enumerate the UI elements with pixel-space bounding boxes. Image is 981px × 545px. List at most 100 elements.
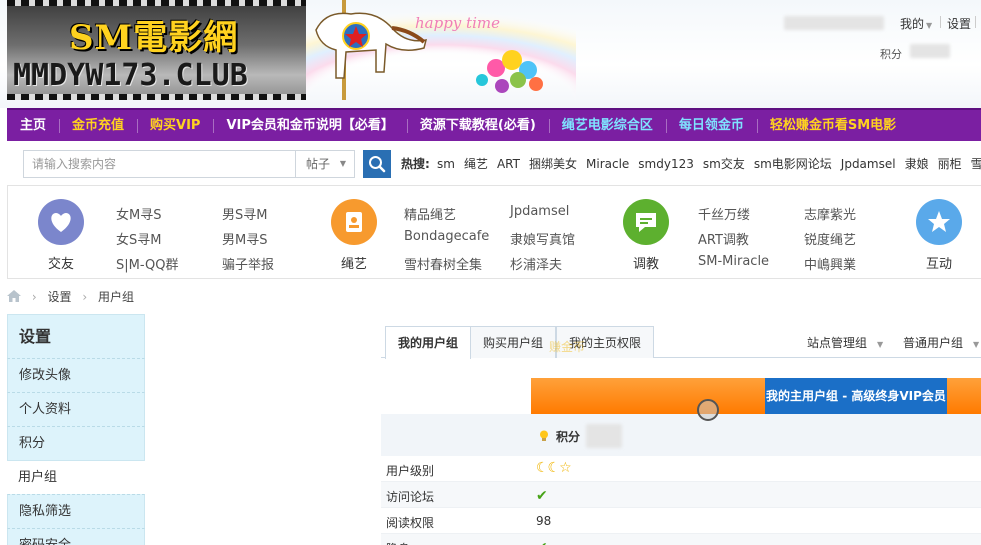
sidebar-item-2[interactable]: 积分 bbox=[7, 426, 145, 460]
category-1-name[interactable]: 绳艺 bbox=[324, 253, 384, 272]
star-icon[interactable] bbox=[916, 199, 962, 245]
breadcrumb-separator: › bbox=[82, 290, 88, 304]
sidebar-item-3[interactable]: 用户组 bbox=[7, 460, 145, 494]
chat-icon[interactable] bbox=[623, 199, 669, 245]
category-link[interactable]: 锐度绳艺 bbox=[804, 229, 856, 248]
hot-search-item[interactable]: sm电影网论坛 bbox=[754, 157, 832, 171]
heart-icon[interactable] bbox=[38, 199, 84, 245]
site-logo[interactable]: SM電影網 MMDYW173.CLUB bbox=[7, 0, 306, 100]
nav-item-1[interactable]: 金币充值 bbox=[59, 110, 137, 141]
search-input[interactable] bbox=[23, 150, 295, 178]
sidebar-item-5[interactable]: 密码安全 bbox=[7, 528, 145, 545]
group-row: 隐身 ✔ bbox=[381, 534, 981, 545]
category-link[interactable]: 雪村春树全集 bbox=[404, 254, 482, 273]
group-row-value: 98 bbox=[536, 514, 552, 528]
user-credits-label: 积分 bbox=[880, 48, 902, 61]
hot-search-item[interactable]: sm bbox=[437, 157, 455, 171]
hot-search-item[interactable]: 隶娘 bbox=[905, 157, 929, 171]
hot-search-item[interactable]: 绳艺 bbox=[464, 157, 488, 171]
breadcrumb-settings[interactable]: 设置 bbox=[47, 290, 71, 304]
admin-group-label: 站点管理组 bbox=[807, 336, 868, 350]
tab-bar: 我的用户组 购买用户组 我的主页权限 赚金币 站点管理组 ▼ 普通用户组 ▼ bbox=[381, 326, 981, 359]
film-strip-top bbox=[7, 0, 306, 6]
logo-title: SM電影網 bbox=[69, 18, 239, 58]
home-icon[interactable] bbox=[7, 290, 21, 302]
hot-search-item[interactable]: Miracle bbox=[586, 157, 629, 171]
watermark-text: 赚金币 bbox=[549, 340, 586, 354]
nav-item-7[interactable]: 轻松赚金币看SM电影 bbox=[756, 110, 909, 141]
tab-my-group[interactable]: 我的用户组 bbox=[385, 326, 472, 359]
normal-group-dropdown[interactable]: 普通用户组 ▼ bbox=[903, 334, 979, 351]
category-panel: 交友 女M寻S 男S寻M 女S寻M 男M寻S S|M-QQ群 骗子举报 绳艺 精品绳艺 Jpdam… bbox=[7, 185, 981, 279]
search-type-label: 帖子 bbox=[306, 157, 331, 171]
group-row: 访问论坛 ✔ bbox=[381, 482, 981, 508]
user-credits-redacted bbox=[910, 44, 950, 58]
chevron-down-icon: ▼ bbox=[973, 340, 980, 349]
settings-link[interactable]: 设置 bbox=[947, 15, 971, 32]
hot-search-list: sm 绳艺 ART 捆绑美女 Miracle smdy123 sm交友 sm电影网论坛 Jpda… bbox=[437, 155, 981, 172]
nav-item-4[interactable]: 资源下载教程(必看) bbox=[406, 110, 549, 141]
search-bar: 帖子 ▼ 热搜: sm绳艺ART捆绑美女Miraclesmdy123sm交友sm… bbox=[7, 141, 981, 185]
chevron-down-icon: ▼ bbox=[926, 21, 933, 30]
sidebar-item-4[interactable]: 隐私筛选 bbox=[7, 494, 145, 528]
hot-search-item[interactable]: 捆绑美女 bbox=[529, 157, 577, 171]
nav-item-5[interactable]: 绳艺电影综合区 bbox=[548, 110, 666, 141]
hot-search-item[interactable]: sm交友 bbox=[703, 157, 745, 171]
nav-item-3[interactable]: VIP会员和金币说明【必看】 bbox=[213, 110, 406, 141]
main-group-label: 我的主用户组 - 高级终身VIP会员 bbox=[765, 378, 947, 414]
tab-buy-group[interactable]: 购买用户组 bbox=[470, 326, 557, 358]
hot-search-item[interactable]: Jpdamsel bbox=[841, 157, 896, 171]
main-nav: 主页 金币充值 购买VIP VIP会员和金币说明【必看】 资源下载教程(必看) 绳艺电影综… bbox=[7, 108, 981, 141]
chevron-down-icon: ▼ bbox=[339, 159, 346, 168]
divider bbox=[975, 16, 976, 28]
category-link[interactable]: 杉浦泽夫 bbox=[510, 254, 562, 273]
category-2-name[interactable]: 调教 bbox=[616, 253, 676, 272]
category-3-name[interactable]: 互动 bbox=[909, 253, 969, 272]
my-menu-label: 我的 bbox=[900, 17, 925, 31]
credits-row: 积分 bbox=[381, 414, 981, 456]
my-menu[interactable]: 我的 ▼ bbox=[900, 15, 932, 32]
category-link[interactable]: 骗子举报 bbox=[222, 254, 274, 273]
settings-sidebar: 设置 修改头像个人资料积分用户组隐私筛选密码安全 bbox=[7, 314, 145, 545]
category-link[interactable]: 女S寻M bbox=[116, 229, 161, 248]
category-link[interactable]: 男S寻M bbox=[222, 204, 267, 223]
nav-item-2[interactable]: 购买VIP bbox=[137, 110, 213, 141]
category-link[interactable]: 男M寻S bbox=[222, 229, 267, 248]
page: SM電影網 MMDYW173.CLUB happy time 我的 ▼ 设置 积… bbox=[0, 0, 981, 545]
category-0-name[interactable]: 交友 bbox=[31, 253, 91, 272]
nav-item-0[interactable]: 主页 bbox=[7, 110, 59, 141]
breadcrumb-user-group[interactable]: 用户组 bbox=[98, 290, 134, 304]
category-link[interactable]: 中嶋興業 bbox=[804, 254, 856, 273]
category-link[interactable]: 女M寻S bbox=[116, 204, 161, 223]
category-link[interactable]: Jpdamsel bbox=[510, 204, 569, 219]
group-header-bar: 我的主用户组 - 高级终身VIP会员 bbox=[531, 378, 981, 414]
category-link[interactable]: SM-Miracle bbox=[698, 254, 769, 269]
check-icon: ✔ bbox=[536, 540, 548, 545]
category-link[interactable]: 志摩紫光 bbox=[804, 204, 856, 223]
level-icons: ☾☾☆ bbox=[536, 460, 572, 476]
category-link[interactable]: ART调教 bbox=[698, 229, 749, 248]
category-link[interactable]: 千丝万缕 bbox=[698, 204, 750, 223]
film-strip-bottom bbox=[7, 94, 306, 100]
category-link[interactable]: 隶娘写真馆 bbox=[510, 229, 575, 248]
username-redacted bbox=[784, 16, 884, 30]
badge-icon[interactable] bbox=[331, 199, 377, 245]
category-link[interactable]: Bondagecafe bbox=[404, 229, 489, 244]
admin-group-dropdown[interactable]: 站点管理组 ▼ bbox=[807, 334, 883, 351]
group-row-label: 阅读权限 bbox=[386, 516, 435, 530]
search-type-select[interactable]: 帖子 ▼ bbox=[295, 150, 355, 178]
sidebar-item-0[interactable]: 修改头像 bbox=[7, 358, 145, 392]
sidebar-item-1[interactable]: 个人资料 bbox=[7, 392, 145, 426]
group-row: 阅读权限 98 bbox=[381, 508, 981, 534]
group-row-label: 用户级别 bbox=[386, 464, 435, 478]
chevron-down-icon: ▼ bbox=[877, 340, 884, 349]
search-button[interactable] bbox=[363, 150, 391, 178]
hot-search-item[interactable]: ART bbox=[497, 157, 520, 171]
hot-search-item[interactable]: 丽柜 bbox=[938, 157, 962, 171]
logo-domain: MMDYW173.CLUB bbox=[13, 58, 248, 93]
hot-search-item[interactable]: 雪儿 bbox=[971, 157, 981, 171]
hot-search-item[interactable]: smdy123 bbox=[638, 157, 694, 171]
nav-item-6[interactable]: 每日领金币 bbox=[665, 110, 757, 141]
category-link[interactable]: 精品绳艺 bbox=[404, 204, 456, 223]
category-link[interactable]: S|M-QQ群 bbox=[116, 254, 178, 273]
